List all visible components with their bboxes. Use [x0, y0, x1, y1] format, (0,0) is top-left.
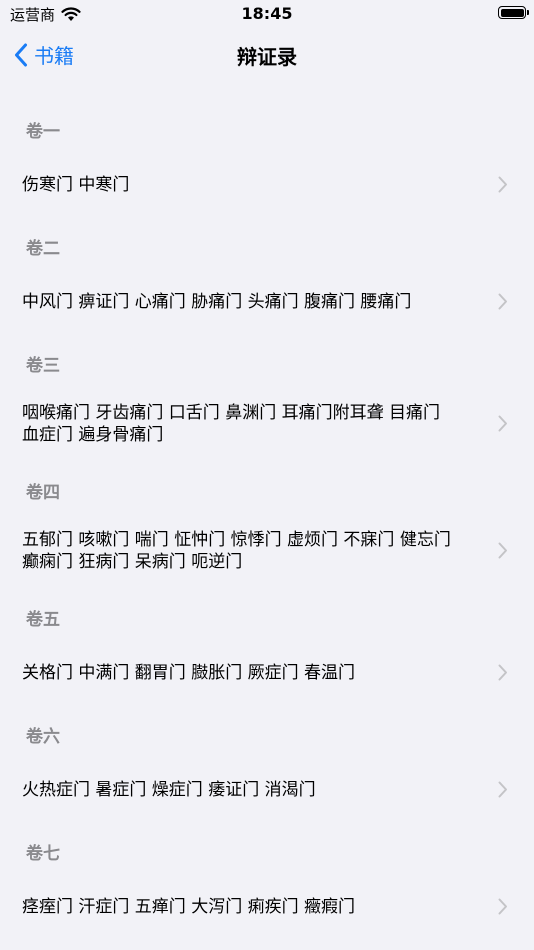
list-item[interactable]: 中风门 痹证门 心痛门 胁痛门 头痛门 腹痛门 腰痛门: [0, 269, 534, 334]
section-header: 卷七: [26, 844, 60, 864]
page-title: 辩证录: [237, 45, 297, 69]
chevron-right-icon: [498, 664, 508, 681]
list-item-label: 火热症门 暑症门 燥症门 痿证门 消渴门: [22, 779, 316, 800]
list-item[interactable]: 痉痓门 汗症门 五瘅门 大泻门 痢疾门 癥瘕门: [0, 874, 534, 939]
list-item[interactable]: 火热症门 暑症门 燥症门 痿证门 消渴门: [0, 757, 534, 822]
status-time: 18:45: [241, 4, 293, 23]
list-item[interactable]: 关格门 中满门 翻胃门 臌胀门 厥症门 春温门: [0, 640, 534, 705]
chevron-right-icon: [498, 898, 508, 915]
navigation-bar: 书籍 辩证录: [0, 28, 534, 80]
section-header: 卷三: [26, 356, 60, 376]
list-item[interactable]: 伤寒门 中寒门: [0, 152, 534, 217]
list-item-label: 咽喉痛门 牙齿痛门 口舌门 鼻渊门 耳痛门附耳聋 目痛门 血症门 遍身骨痛门: [22, 402, 441, 445]
section-header: 卷五: [26, 610, 60, 630]
list-item-label: 关格门 中满门 翻胃门 臌胀门 厥症门 春温门: [22, 662, 356, 683]
list-item-label: 五郁门 咳嗽门 喘门 怔忡门 惊悸门 虚烦门 不寐门 健忘门 癫痫门 狂病门 呆…: [22, 529, 451, 572]
list-item-label: 中风门 痹证门 心痛门 胁痛门 头痛门 腹痛门 腰痛门: [22, 291, 412, 312]
list-item-label: 伤寒门 中寒门: [22, 174, 130, 195]
chevron-right-icon: [498, 293, 508, 310]
chevron-right-icon: [498, 542, 508, 559]
section-header: 卷四: [26, 483, 60, 503]
battery-icon: [498, 6, 529, 19]
list-item[interactable]: 咽喉痛门 牙齿痛门 口舌门 鼻渊门 耳痛门附耳聋 目痛门 血症门 遍身骨痛门: [0, 386, 534, 461]
chevron-right-icon: [498, 781, 508, 798]
chevron-right-icon: [498, 415, 508, 432]
list-item[interactable]: 五郁门 咳嗽门 喘门 怔忡门 惊悸门 虚烦门 不寐门 健忘门 癫痫门 狂病门 呆…: [0, 513, 534, 588]
chevron-right-icon: [498, 176, 508, 193]
section-header: 卷二: [26, 239, 60, 259]
list-item-label: 痉痓门 汗症门 五瘅门 大泻门 痢疾门 癥瘕门: [22, 896, 356, 917]
status-bar: 运营商 18:45: [0, 0, 534, 28]
section-header: 卷六: [26, 727, 60, 747]
section-header: 卷一: [26, 122, 60, 142]
chapter-list: 卷一 伤寒门 中寒门 卷二 中风门 痹证门 心痛门 胁痛门 头痛门 腹痛门 腰痛…: [0, 100, 534, 939]
